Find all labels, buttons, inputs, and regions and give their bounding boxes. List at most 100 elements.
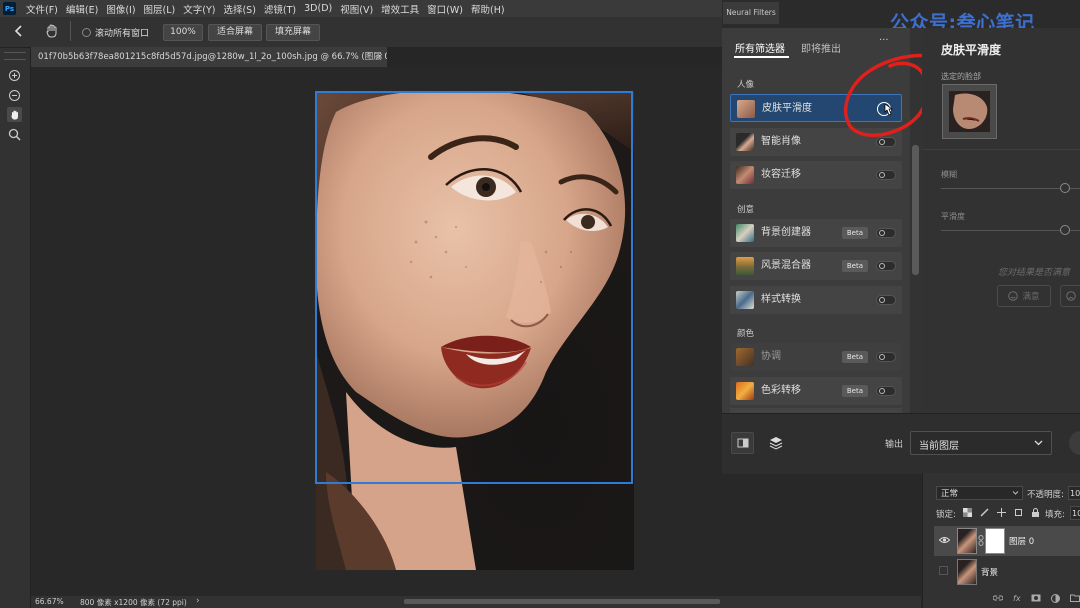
menu-type[interactable]: 文字(Y) <box>183 2 215 16</box>
layers-footer-icons: fx <box>993 594 1080 603</box>
fill-screen-button[interactable]: 填充屏幕 <box>266 24 321 41</box>
filter-label: 皮肤平滑度 <box>762 103 812 114</box>
close-tab-icon[interactable]: × <box>376 47 384 67</box>
filter-label: 样式转换 <box>761 294 801 305</box>
layer0-name: 图层 0 <box>1009 537 1035 547</box>
layers-stack-icon[interactable] <box>768 435 784 451</box>
menu-items: 文件(F) 编辑(E) 图像(I) 图层(L) 文字(Y) 选择(S) 滤镜(T… <box>26 0 505 17</box>
filter-style-transfer[interactable]: 样式转换 <box>730 286 902 314</box>
horizontal-scrollbar-thumb[interactable] <box>404 599 720 604</box>
visibility-checkbox[interactable] <box>939 566 948 575</box>
output-label: 输出 <box>885 440 904 450</box>
menu-plugins[interactable]: 增效工具 <box>381 2 419 16</box>
adjustment-layer-icon[interactable] <box>1050 594 1060 603</box>
filter-makeup-transfer[interactable]: 妆容迁移 <box>730 161 902 189</box>
filter-toggle[interactable] <box>876 386 896 396</box>
background-layer-name: 背景 <box>981 568 999 578</box>
beta-badge: Beta <box>841 260 868 272</box>
lock-position-icon[interactable] <box>997 508 1006 517</box>
blur-slider-handle[interactable] <box>1060 183 1070 193</box>
unsatisfied-button[interactable] <box>1060 285 1080 307</box>
zoom-field[interactable]: 100% <box>163 24 203 41</box>
menu-window[interactable]: 窗口(W) <box>427 2 463 16</box>
layer-row-background[interactable]: 背景 <box>934 557 1080 587</box>
zoom-out-icon[interactable] <box>7 88 22 103</box>
eye-icon[interactable] <box>939 536 950 544</box>
photoshop-logo[interactable]: Ps <box>3 2 16 15</box>
selected-face-thumbnail[interactable] <box>942 84 997 139</box>
menu-view[interactable]: 视图(V) <box>340 2 373 16</box>
filter-landscape-mixer[interactable]: 风景混合器 Beta <box>730 252 902 280</box>
compare-preview-icon[interactable] <box>731 432 754 454</box>
output-value: 当前图层 <box>919 441 959 452</box>
layer0-thumbnail <box>957 528 977 554</box>
layer0-mask-thumbnail[interactable] <box>985 528 1005 554</box>
filter-harmonization[interactable]: 协调 Beta <box>730 343 902 371</box>
scroll-all-checkbox[interactable] <box>82 28 91 37</box>
menu-file[interactable]: 文件(F) <box>26 2 58 16</box>
filter-label: 妆容迁移 <box>761 169 801 180</box>
layer-row-layer0[interactable]: 图层 0 <box>934 526 1080 556</box>
document-tab[interactable]: 01f70b5b63f78ea801215c8fd5d57d.jpg@1280w… <box>31 47 387 67</box>
tab-all-filters[interactable]: 所有筛选器 <box>735 40 785 55</box>
settings-divider <box>922 149 1080 150</box>
lock-artboard-icon[interactable] <box>1014 508 1023 517</box>
menu-help[interactable]: 帮助(H) <box>471 2 505 16</box>
settings-title: 皮肤平滑度 <box>941 43 1002 57</box>
opacity-label: 不透明度: <box>1027 490 1064 500</box>
hand-tool-selected-icon[interactable] <box>7 107 22 122</box>
blend-mode-value: 正常 <box>941 489 959 499</box>
filter-toggle[interactable] <box>876 352 896 362</box>
fill-label: 填充: <box>1045 510 1065 520</box>
zoom-in-icon[interactable] <box>7 68 22 83</box>
status-arrow-icon[interactable]: › <box>196 596 200 606</box>
filter-background-creator[interactable]: 背景创建器 Beta <box>730 219 902 247</box>
fit-screen-button[interactable]: 适合屏幕 <box>208 24 263 41</box>
color-transfer-thumbnail <box>736 382 754 400</box>
status-zoom[interactable]: 66.67% <box>35 597 64 606</box>
options-divider <box>70 21 71 41</box>
new-group-icon[interactable] <box>1069 594 1080 603</box>
magnifier-icon[interactable] <box>7 127 22 142</box>
chevron-down-icon <box>1034 439 1043 447</box>
neural-filters-title-tab[interactable]: Neural Filters <box>723 2 779 24</box>
tab-coming-soon[interactable]: 即将推出 <box>801 40 841 55</box>
lock-transparent-pixels-icon[interactable] <box>963 508 972 517</box>
filter-color-transfer[interactable]: 色彩转移 Beta <box>730 377 902 405</box>
beta-badge: Beta <box>841 227 868 239</box>
menu-filter[interactable]: 滤镜(T) <box>264 2 296 16</box>
filter-toggle[interactable] <box>876 228 896 238</box>
opacity-field[interactable]: 100 <box>1068 486 1080 500</box>
tab-underline <box>734 56 789 58</box>
menu-image[interactable]: 图像(I) <box>106 2 135 16</box>
lock-all-icon[interactable] <box>1031 508 1040 517</box>
output-dropdown[interactable]: 当前图层 <box>910 431 1052 455</box>
smart-portrait-thumbnail <box>736 133 754 151</box>
filter-toggle[interactable] <box>876 295 896 305</box>
background-thumbnail <box>957 559 977 585</box>
add-mask-icon[interactable] <box>1031 594 1041 603</box>
link-layers-icon[interactable] <box>993 594 1003 603</box>
filter-label: 协调 <box>761 351 781 362</box>
lock-image-pixels-icon[interactable] <box>980 508 989 517</box>
hand-tool-icon[interactable] <box>44 23 60 39</box>
more-options-icon[interactable]: ··· <box>879 35 889 46</box>
filters-scrollbar-thumb[interactable] <box>912 145 919 275</box>
back-arrow-icon[interactable] <box>13 24 25 38</box>
filter-label: 色彩转移 <box>761 385 801 396</box>
fill-field[interactable]: 100 <box>1070 506 1080 520</box>
menu-layer[interactable]: 图层(L) <box>144 2 176 16</box>
smoothness-slider-handle[interactable] <box>1060 225 1070 235</box>
satisfied-button[interactable]: 满意 <box>997 285 1051 307</box>
blend-mode-dropdown[interactable]: 正常 <box>936 486 1023 500</box>
menu-select[interactable]: 选择(S) <box>223 2 255 16</box>
fx-icon[interactable]: fx <box>1013 594 1021 603</box>
menu-edit[interactable]: 编辑(E) <box>66 2 98 16</box>
chain-link-icon <box>978 535 984 546</box>
chevron-down-icon <box>1012 490 1019 496</box>
menu-3d[interactable]: 3D(D) <box>304 3 332 14</box>
landscape-mixer-thumbnail <box>736 257 754 275</box>
filter-toggle[interactable] <box>876 261 896 271</box>
lock-icons <box>963 508 1040 517</box>
filter-toggle[interactable] <box>876 170 896 180</box>
